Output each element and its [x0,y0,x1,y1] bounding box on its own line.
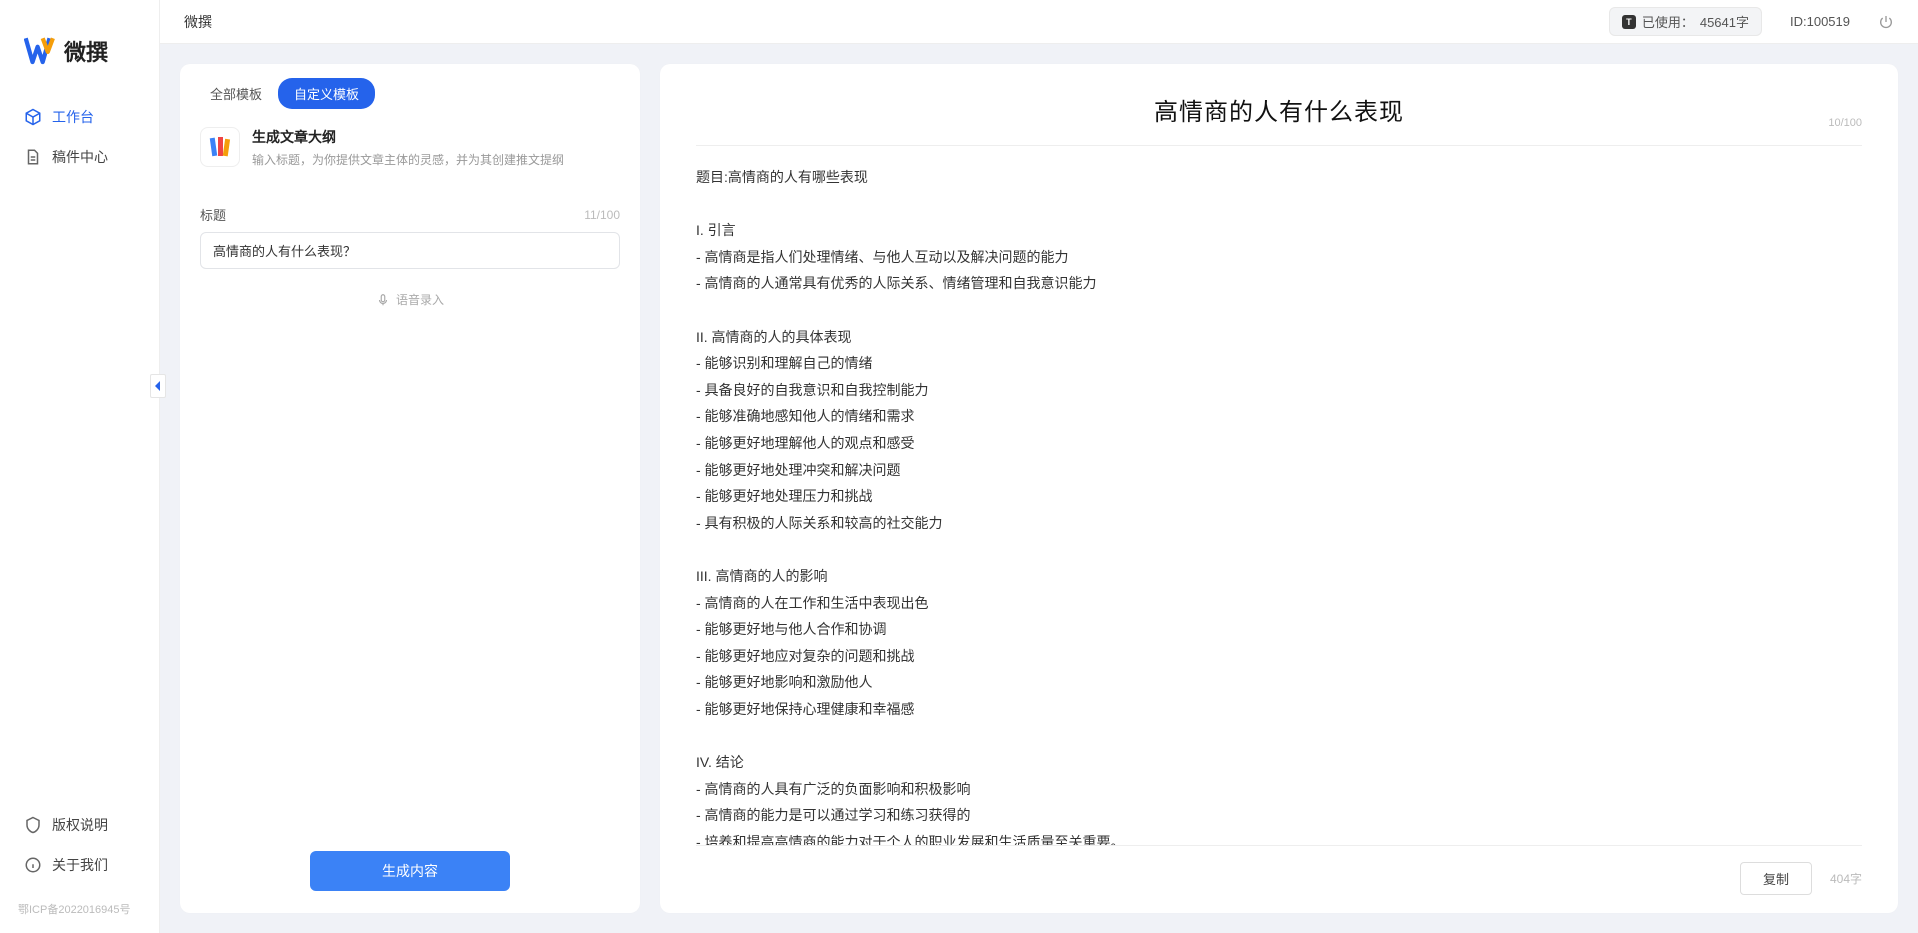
chevron-left-icon [153,380,163,392]
info-icon [24,856,42,874]
usage-prefix: 已使用： [1642,12,1694,31]
voice-input-button[interactable]: 语音录入 [200,291,620,308]
title-label: 标题 [200,205,226,224]
cube-icon [24,108,42,126]
nav-label: 工作台 [52,107,94,127]
microphone-icon [376,293,390,307]
sidebar-item-about[interactable]: 关于我们 [12,845,147,885]
generate-button[interactable]: 生成内容 [310,851,510,891]
page-title: 微撰 [184,12,212,32]
tool-description: 输入标题，为你提供文章主体的灵感，并为其创建推文提纲 [252,151,564,169]
output-panel: 高情商的人有什么表现 10/100 题目:高情商的人有哪些表现 I. 引言 - … [660,64,1898,913]
topbar: 微撰 T 已使用： 45641字 ID:100519 [160,0,1918,44]
nav-label: 关于我们 [52,855,108,875]
voice-hint: 语音录入 [396,291,444,308]
input-panel: 全部模板 自定义模板 生成文章大纲 输入标题，为你提供文章主体的灵感，并为其创建… [180,64,640,913]
logo-icon [24,36,58,66]
document-icon [24,148,42,166]
nav-label: 稿件中心 [52,147,108,167]
tab-all-templates[interactable]: 全部模板 [194,78,278,109]
nav-label: 版权说明 [52,815,108,835]
copy-button[interactable]: 复制 [1740,862,1812,895]
sidebar: 微撰 工作台 稿件中心 版权说明 [0,0,160,933]
sidebar-bottom: 版权说明 关于我们 [0,805,159,895]
logo-text: 微撰 [64,35,108,67]
tool-title: 生成文章大纲 [252,127,564,147]
sidebar-collapse-handle[interactable] [150,374,166,398]
shield-icon [24,816,42,834]
user-id: ID:100519 [1790,14,1850,29]
text-icon: T [1622,15,1636,29]
books-icon [200,127,240,167]
power-icon[interactable] [1878,14,1894,30]
nav: 工作台 稿件中心 [0,97,159,805]
sidebar-item-drafts[interactable]: 稿件中心 [12,137,147,177]
title-input[interactable] [200,232,620,269]
output-body[interactable]: 题目:高情商的人有哪些表现 I. 引言 - 高情商是指人们处理情绪、与他人互动以… [660,146,1898,845]
usage-badge: T 已使用： 45641字 [1609,7,1762,36]
logo: 微撰 [0,15,159,97]
sidebar-item-copyright[interactable]: 版权说明 [12,805,147,845]
sidebar-item-workbench[interactable]: 工作台 [12,97,147,137]
output-head-counter: 10/100 [1828,117,1862,129]
usage-value: 45641字 [1700,12,1749,31]
title-counter: 11/100 [584,208,620,222]
output-title: 高情商的人有什么表现 [696,92,1862,127]
icp-text: 鄂ICP备2022016945号 [0,895,159,923]
tab-custom-templates[interactable]: 自定义模板 [278,78,375,109]
char-count: 404字 [1830,870,1862,887]
template-tabs: 全部模板 自定义模板 [180,64,640,117]
tool-card: 生成文章大纲 输入标题，为你提供文章主体的灵感，并为其创建推文提纲 [180,117,640,181]
